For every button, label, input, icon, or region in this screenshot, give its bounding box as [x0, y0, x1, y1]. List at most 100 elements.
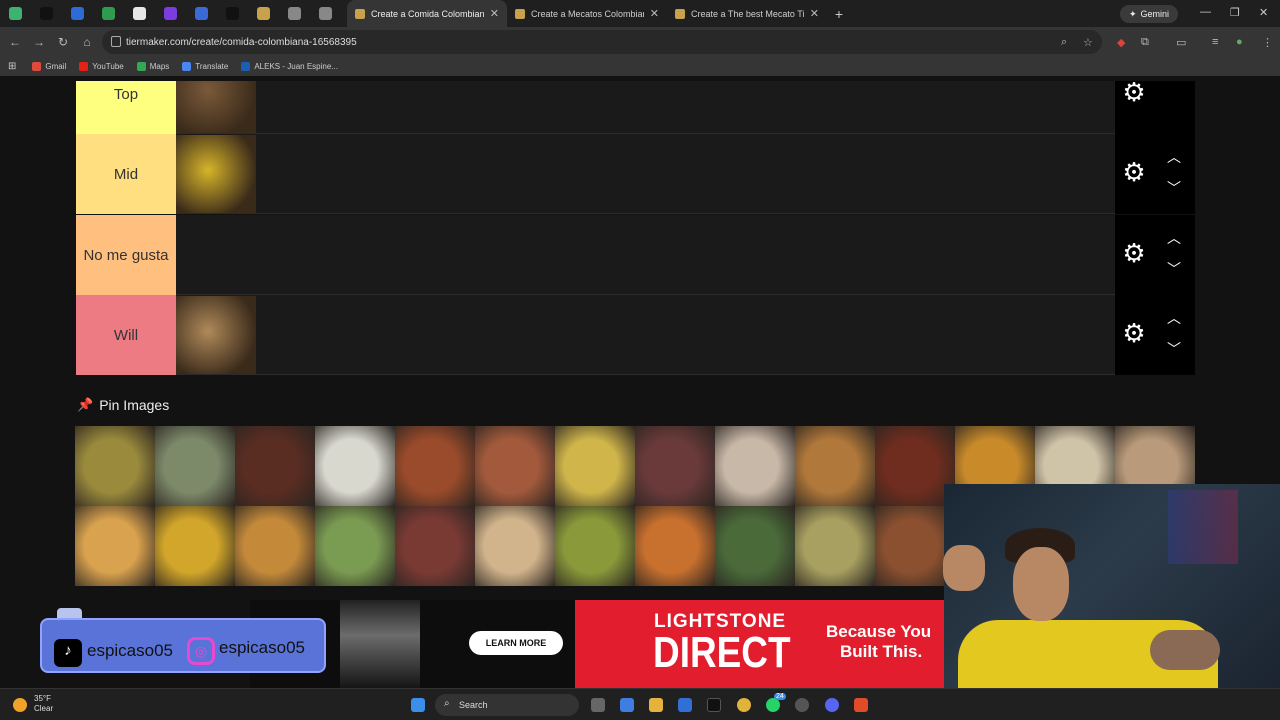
pool-food-image[interactable]: [155, 506, 235, 586]
tier-food-image[interactable]: [176, 81, 256, 133]
tier-row: No me gusta ⚙ ︿ ﹀: [76, 215, 1195, 295]
site-favicon-icon: [40, 7, 53, 20]
forward-icon[interactable]: →: [27, 35, 51, 49]
tier-label[interactable]: Mid: [76, 134, 176, 214]
chevron-up-icon[interactable]: ︿: [1166, 150, 1182, 164]
new-tab-button[interactable]: +: [827, 6, 851, 22]
bookmark-item[interactable]: ALEKS - Juan Espine...: [241, 62, 338, 71]
gear-icon[interactable]: ⚙: [1121, 81, 1147, 105]
apps-grid-icon[interactable]: ⊞: [8, 61, 16, 72]
pool-food-image[interactable]: [315, 506, 395, 586]
address-bar[interactable]: tiermaker.com/create/comida-colombiana-1…: [102, 30, 1102, 54]
pinned-tab[interactable]: [0, 0, 31, 27]
site-info-icon[interactable]: [111, 36, 121, 47]
chevron-down-icon[interactable]: ﹀: [1166, 81, 1182, 90]
pool-food-image[interactable]: [475, 506, 555, 586]
bookmark-label: YouTube: [92, 62, 124, 71]
pool-food-image[interactable]: [635, 426, 715, 506]
pool-food-image[interactable]: [715, 506, 795, 586]
browser-tab[interactable]: Create a The best Mecato Tier l ✕: [667, 0, 827, 27]
file-explorer-icon[interactable]: [649, 698, 663, 712]
pool-food-image[interactable]: [475, 426, 555, 506]
chevron-down-icon[interactable]: ﹀: [1166, 181, 1182, 195]
obs-icon[interactable]: [854, 698, 868, 712]
pinned-tab[interactable]: [248, 0, 279, 27]
weather-icon[interactable]: [13, 698, 27, 712]
pool-food-image[interactable]: [235, 426, 315, 506]
gemini-button[interactable]: ✦ Gemini: [1120, 5, 1179, 23]
tier-label[interactable]: Top: [76, 81, 176, 134]
reload-icon[interactable]: ↻: [51, 35, 75, 49]
pool-food-image[interactable]: [235, 506, 315, 586]
discord-icon[interactable]: [825, 698, 839, 712]
pool-food-image[interactable]: [315, 426, 395, 506]
browser-tab[interactable]: Create a Mecatos Colombianos ✕: [507, 0, 667, 27]
pinned-tab[interactable]: [124, 0, 155, 27]
app-icon[interactable]: [620, 698, 634, 712]
close-tab-icon[interactable]: ✕: [650, 7, 659, 20]
pinned-tab[interactable]: [31, 0, 62, 27]
windows-start-icon[interactable]: [411, 698, 425, 712]
cast-icon[interactable]: ▭: [1176, 36, 1186, 49]
tier-label[interactable]: No me gusta: [76, 215, 176, 295]
pinned-tab[interactable]: [279, 0, 310, 27]
gear-icon[interactable]: ⚙: [1121, 240, 1147, 266]
chevron-down-icon[interactable]: ﹀: [1166, 262, 1182, 276]
task-view-icon[interactable]: [591, 698, 605, 712]
tier-label[interactable]: Will: [76, 295, 176, 375]
pool-food-image[interactable]: [795, 426, 875, 506]
pinned-tab[interactable]: [93, 0, 124, 27]
pinned-tab[interactable]: [62, 0, 93, 27]
home-icon[interactable]: ⌂: [75, 35, 99, 49]
pool-food-image[interactable]: [875, 426, 955, 506]
gear-icon[interactable]: ⚙: [1121, 320, 1147, 346]
tier-food-image[interactable]: [176, 135, 256, 213]
pool-food-image[interactable]: [795, 506, 875, 586]
pool-food-image[interactable]: [555, 426, 635, 506]
restore-icon[interactable]: ❐: [1230, 6, 1240, 19]
tier-row: Mid ⚙ ︿ ﹀: [76, 134, 1195, 214]
weather-widget[interactable]: 35°F Clear: [34, 694, 53, 714]
store-icon[interactable]: [678, 698, 692, 712]
close-tab-icon[interactable]: ✕: [490, 7, 499, 20]
pool-food-image[interactable]: [395, 506, 475, 586]
pool-food-image[interactable]: [715, 426, 795, 506]
zoom-icon[interactable]: ⌕: [1061, 36, 1067, 49]
pool-food-image[interactable]: [75, 426, 155, 506]
minimize-icon[interactable]: —: [1200, 6, 1211, 18]
tiktok-app-icon[interactable]: [707, 698, 721, 712]
extensions-puzzle-icon[interactable]: ⧉: [1141, 36, 1149, 49]
learn-more-button[interactable]: LEARN MORE: [469, 631, 563, 655]
taskbar-search[interactable]: ⌕ Search: [435, 694, 579, 716]
pool-food-image[interactable]: [395, 426, 475, 506]
bookmark-star-icon[interactable]: ☆: [1083, 36, 1093, 49]
pinned-tab[interactable]: [217, 0, 248, 27]
close-tab-icon[interactable]: ✕: [810, 7, 819, 20]
chrome-icon[interactable]: [737, 698, 751, 712]
pool-food-image[interactable]: [635, 506, 715, 586]
pool-food-image[interactable]: [75, 506, 155, 586]
pool-food-image[interactable]: [555, 506, 635, 586]
menu-icon[interactable]: ⋮: [1262, 36, 1273, 49]
tier-food-image[interactable]: [176, 296, 256, 374]
close-window-icon[interactable]: ✕: [1259, 6, 1268, 19]
media-icon[interactable]: ≡: [1212, 36, 1218, 48]
chevron-up-icon[interactable]: ︿: [1166, 231, 1182, 245]
back-icon[interactable]: ←: [3, 35, 27, 49]
chevron-up-icon[interactable]: ︿: [1166, 311, 1182, 325]
gear-icon[interactable]: ⚙: [1121, 159, 1147, 185]
bookmark-item[interactable]: Maps: [136, 62, 169, 71]
bookmark-item[interactable]: Gmail: [32, 62, 66, 71]
chevron-down-icon[interactable]: ﹀: [1166, 342, 1182, 356]
pinned-tab[interactable]: [155, 0, 186, 27]
pinned-tab[interactable]: [186, 0, 217, 27]
settings-icon[interactable]: [795, 698, 809, 712]
pinned-tab[interactable]: [310, 0, 341, 27]
bookmark-item[interactable]: Translate: [182, 62, 228, 71]
extension-icon[interactable]: ◆: [1117, 36, 1125, 49]
bookmark-item[interactable]: YouTube: [79, 62, 124, 71]
pool-food-image[interactable]: [155, 426, 235, 506]
whatsapp-icon[interactable]: [766, 698, 780, 712]
profile-avatar[interactable]: ●: [1236, 36, 1243, 48]
browser-tab[interactable]: Create a Comida Colombiana Ti ✕: [347, 0, 507, 27]
